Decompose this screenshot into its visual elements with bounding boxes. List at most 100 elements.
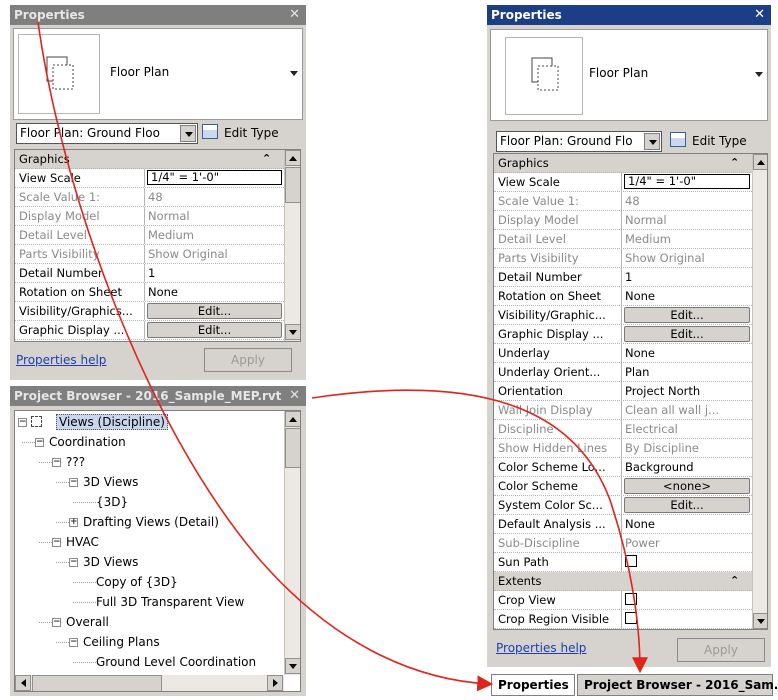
tree-node[interactable]: Views (Discipline) [56, 413, 168, 431]
collapse-icon[interactable]: − [69, 638, 78, 647]
left-property-row[interactable]: Detail Level Medium [15, 226, 284, 245]
right-type-preview[interactable]: Floor Plan [490, 29, 768, 121]
close-icon[interactable]: ✕ [754, 5, 765, 25]
chevron-down-icon[interactable] [290, 71, 298, 76]
tree-vertical-scrollbar[interactable] [284, 411, 300, 675]
right-property-row[interactable]: Show Hidden Lines By Discipline [494, 439, 752, 458]
right-property-row[interactable]: Orientation Project North [494, 382, 752, 401]
edit-button[interactable]: Edit... [624, 326, 750, 342]
right-property-row[interactable]: System Color Sc... Edit... [494, 496, 752, 515]
dropdown-arrow-icon[interactable] [180, 125, 196, 142]
right-property-row[interactable]: Visibility/Graphic... Edit... [494, 306, 752, 325]
right-property-row[interactable]: Sub-Discipline Power [494, 534, 752, 553]
right-property-row[interactable]: Rotation on Sheet None [494, 287, 752, 306]
right-properties-help-link[interactable]: Properties help [496, 641, 586, 655]
right-property-row[interactable]: Underlay None [494, 344, 752, 363]
scroll-down-icon[interactable] [753, 613, 767, 629]
edit-button[interactable]: <none> [624, 478, 750, 494]
left-apply-button[interactable]: Apply [204, 348, 292, 372]
close-icon[interactable]: ✕ [289, 5, 300, 25]
left-property-row[interactable]: Detail Number 1 [15, 264, 284, 283]
collapse-icon[interactable]: − [18, 418, 27, 427]
left-property-row[interactable]: Graphic Display ... Edit... [15, 321, 284, 340]
project-browser-titlebar[interactable]: Project Browser - 2016_Sample_MEP.rvt ✕ [10, 386, 306, 406]
property-value[interactable]: None [622, 344, 755, 362]
property-checkbox[interactable] [625, 593, 637, 605]
right-property-row[interactable]: Detail Level Medium [494, 230, 752, 249]
scroll-left-icon[interactable] [15, 675, 31, 691]
property-value[interactable]: Project North [622, 382, 755, 400]
property-value[interactable]: Plan [622, 363, 755, 381]
left-grid-scrollbar[interactable] [284, 150, 300, 341]
collapse-icon[interactable]: − [52, 538, 61, 547]
left-properties-titlebar[interactable]: Properties ✕ [10, 5, 306, 25]
edit-button[interactable]: Edit... [624, 307, 750, 323]
left-category-row[interactable]: Graphics ⌃ [15, 150, 284, 169]
expand-icon[interactable]: + [69, 518, 78, 527]
tree-node[interactable]: Coordination [49, 433, 126, 451]
tree-node[interactable]: {3D} [96, 493, 128, 511]
right-property-row[interactable]: Color Scheme Lo... Background [494, 458, 752, 477]
chevron-down-icon[interactable] [755, 72, 763, 77]
property-value[interactable]: 1 [622, 268, 755, 286]
tree-node[interactable]: Full 3D Transparent View [96, 593, 244, 611]
property-value[interactable]: None [622, 287, 755, 305]
view-scale-field[interactable]: 1/4" = 1'-0" [147, 170, 282, 185]
tree-node[interactable]: Ground Level Coordination [96, 653, 256, 671]
right-category-row[interactable]: Extents ⌃ [494, 572, 752, 591]
right-property-row[interactable]: Crop View [494, 591, 752, 610]
right-property-row[interactable]: Parts Visibility Show Original [494, 249, 752, 268]
left-view-selector[interactable]: Floor Plan: Ground Floo [16, 123, 198, 144]
right-property-row[interactable]: Color Scheme <none> [494, 477, 752, 496]
close-icon[interactable]: ✕ [289, 386, 300, 406]
collapse-chevron-icon[interactable]: ⌃ [730, 572, 739, 590]
left-properties-help-link[interactable]: Properties help [16, 353, 106, 367]
left-type-preview[interactable]: Floor Plan [13, 28, 303, 120]
left-property-row[interactable]: Scale Value 1: 48 [15, 188, 284, 207]
right-category-row[interactable]: Graphics ⌃ [494, 154, 752, 173]
dropdown-arrow-icon[interactable] [644, 133, 660, 150]
collapse-icon[interactable]: − [35, 438, 44, 447]
right-property-row[interactable]: Scale Value 1: 48 [494, 192, 752, 211]
collapse-chevron-icon[interactable]: ⌃ [262, 150, 271, 168]
collapse-icon[interactable]: − [69, 558, 78, 567]
scroll-up-icon[interactable] [285, 150, 300, 166]
right-view-selector[interactable]: Floor Plan: Ground Flo [496, 131, 662, 152]
right-property-row[interactable]: Sun Path [494, 553, 752, 572]
scroll-up-icon[interactable] [285, 411, 300, 427]
property-value[interactable]: None [622, 515, 755, 533]
collapse-icon[interactable]: − [69, 478, 78, 487]
right-property-row[interactable]: Graphic Display ... Edit... [494, 325, 752, 344]
property-value[interactable]: 1 [145, 264, 287, 282]
tree-node[interactable]: Copy of {3D} [96, 573, 178, 591]
right-properties-titlebar[interactable]: Properties ✕ [487, 5, 771, 25]
left-property-row[interactable]: UnderlayNone [15, 340, 287, 341]
edit-button[interactable]: Edit... [624, 497, 750, 513]
edit-button[interactable]: Edit... [147, 303, 282, 319]
tree-node[interactable]: 3D Views [83, 473, 138, 491]
right-property-row[interactable]: Wall Join Display Clean all wall j... [494, 401, 752, 420]
tab-project-browser[interactable]: Project Browser - 2016_Sam... [577, 674, 778, 696]
scroll-down-icon[interactable] [285, 324, 300, 340]
property-value[interactable]: None [145, 340, 287, 341]
right-property-row[interactable]: View Scale 1/4" = 1'-0" [494, 173, 752, 192]
property-checkbox[interactable] [625, 612, 637, 624]
right-property-row[interactable]: Detail Number 1 [494, 268, 752, 287]
tree-horizontal-scrollbar[interactable] [15, 675, 284, 691]
right-property-row[interactable]: Discipline Electrical [494, 420, 752, 439]
left-property-row[interactable]: Visibility/Graphics... Edit... [15, 302, 284, 321]
collapse-icon[interactable]: − [52, 618, 61, 627]
left-property-row[interactable]: View Scale 1/4" = 1'-0" [15, 169, 284, 188]
collapse-icon[interactable]: − [52, 458, 61, 467]
right-edit-type-button[interactable]: Edit Type [670, 131, 747, 151]
right-apply-button[interactable]: Apply [677, 638, 765, 662]
left-edit-type-button[interactable]: Edit Type [202, 123, 279, 143]
property-value[interactable]: None [145, 283, 287, 301]
tree-node[interactable]: Overall [66, 613, 109, 631]
scroll-up-icon[interactable] [753, 154, 767, 170]
right-property-row[interactable]: Display Model Normal [494, 211, 752, 230]
tree-node[interactable]: HVAC [66, 533, 99, 551]
right-property-row[interactable]: Annotation Crop [494, 629, 752, 630]
tree-node[interactable]: ??? [66, 453, 85, 471]
right-property-row[interactable]: Default Analysis ... None [494, 515, 752, 534]
